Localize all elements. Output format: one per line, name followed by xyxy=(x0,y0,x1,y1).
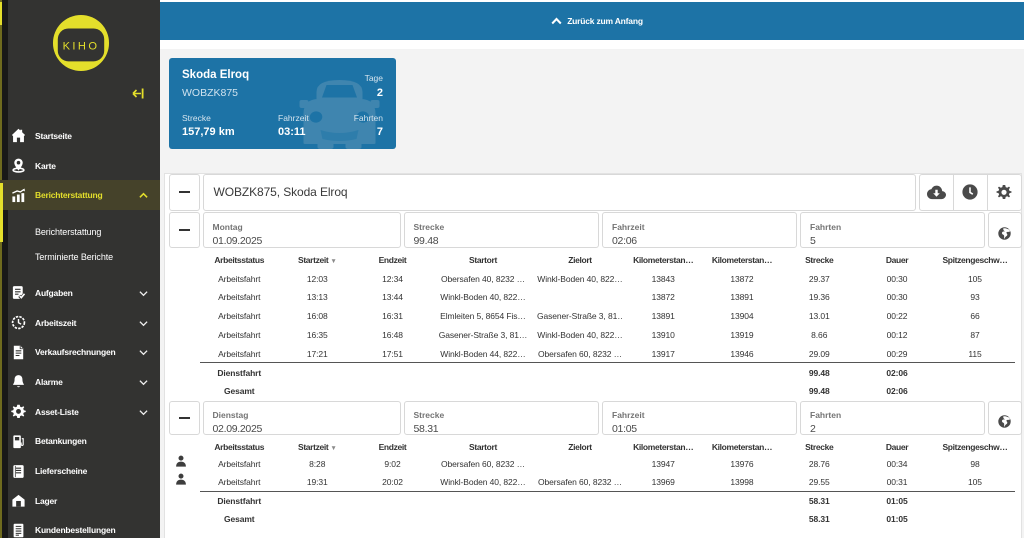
svg-text:KIHO: KIHO xyxy=(63,40,100,52)
